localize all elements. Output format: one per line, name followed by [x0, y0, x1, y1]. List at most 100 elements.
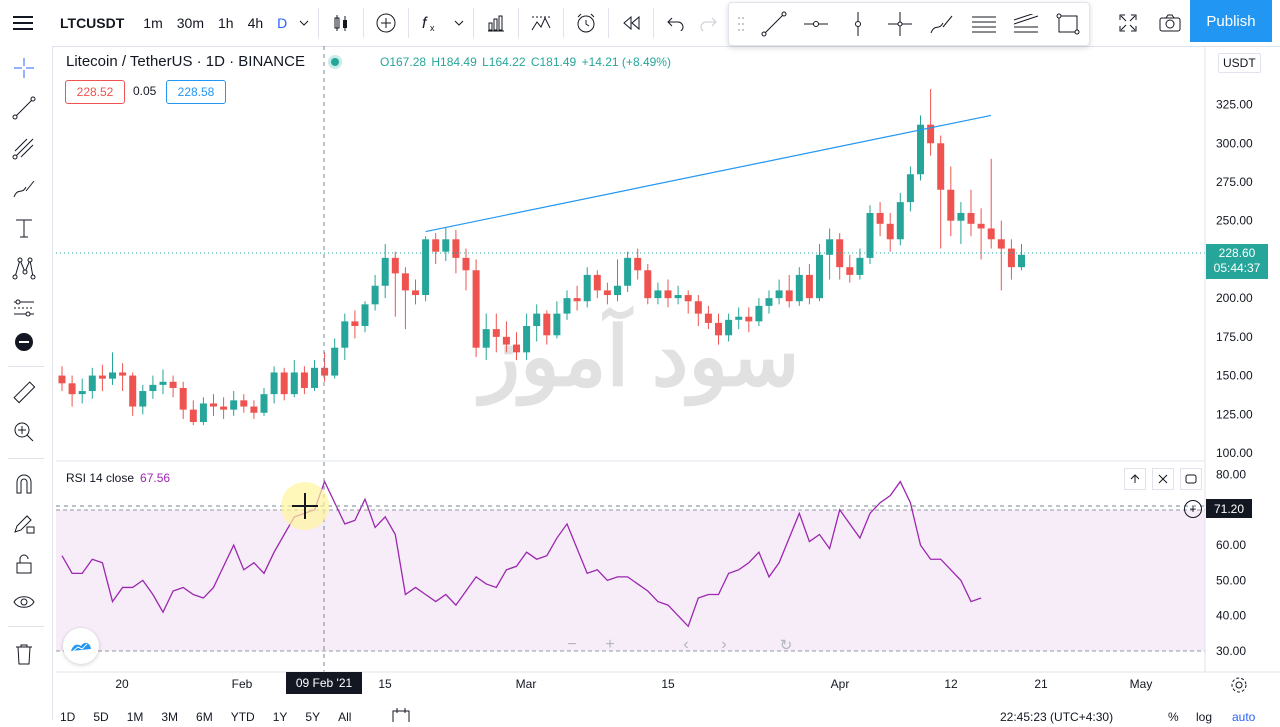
scroll-right-icon[interactable]: ›	[710, 636, 738, 658]
remove-drawing-icon[interactable]	[6, 326, 42, 358]
candle-body	[321, 367, 329, 376]
candle-body	[381, 257, 389, 286]
vertical-line-icon[interactable]	[837, 6, 879, 42]
range-1Y[interactable]: 1Y	[273, 710, 288, 724]
pattern-tool-icon[interactable]	[6, 252, 42, 284]
fib-channel-icon[interactable]	[1005, 6, 1047, 42]
candle-body	[826, 239, 834, 255]
maximize-pane-icon[interactable]	[1180, 468, 1202, 490]
drag-handle-icon[interactable]	[729, 6, 753, 42]
financials-icon[interactable]	[478, 5, 514, 41]
buy-price-button[interactable]: 228.58	[166, 80, 226, 104]
ruler-icon[interactable]	[6, 376, 42, 408]
range-5D[interactable]: 5D	[93, 710, 108, 724]
text-tool-icon[interactable]	[6, 212, 42, 244]
range-6M[interactable]: 6M	[196, 710, 213, 724]
add-alert-plus-icon[interactable]: +	[1184, 500, 1202, 518]
candle-body	[846, 267, 854, 275]
scroll-left-icon[interactable]: ‹	[672, 636, 700, 658]
range-1M[interactable]: 1M	[127, 710, 144, 724]
time-tick-label: May	[1130, 677, 1153, 691]
lock-drawing-pencil-icon[interactable]	[6, 508, 42, 540]
sell-price-button[interactable]: 228.52	[65, 80, 125, 104]
trash-icon[interactable]	[6, 638, 42, 670]
interval-1h[interactable]: 1h	[211, 15, 241, 31]
zoom-in-nav-icon[interactable]: +	[596, 636, 624, 658]
indicators-fx-icon[interactable]: fx	[413, 5, 449, 41]
toolbar-separator	[363, 8, 365, 38]
trend-line-icon[interactable]	[753, 6, 795, 42]
cursor-highlight	[281, 482, 329, 530]
chart-canvas[interactable]: سود آموز 100.00 125.00 150.00 175.00 200.00 2…	[0, 0, 1280, 720]
interval-D[interactable]: D	[270, 15, 294, 31]
drawing-floating-toolbar	[728, 2, 1090, 46]
brush-icon[interactable]	[921, 6, 963, 42]
chevron-down-icon[interactable]	[449, 5, 469, 41]
toolbar-separator	[608, 8, 610, 38]
rsi-label[interactable]: RSI 14 close	[66, 471, 134, 485]
tradingview-logo-icon[interactable]	[63, 628, 99, 664]
range-5Y[interactable]: 5Y	[305, 710, 320, 724]
clock-label[interactable]: 22:45:23 (UTC+4:30)	[1000, 710, 1113, 724]
rsi-legend: RSI 14 close 67.56	[66, 471, 170, 485]
candle-body	[210, 403, 217, 407]
range-YTD[interactable]: YTD	[231, 710, 255, 724]
menu-icon[interactable]	[0, 0, 46, 46]
trend-line-tool-icon[interactable]	[6, 92, 42, 124]
auto-toggle[interactable]: auto	[1232, 710, 1255, 724]
legend-title[interactable]: Litecoin / TetherUS · 1D · BINANCE	[66, 53, 305, 70]
price-tick-label: 175.00	[1216, 330, 1253, 344]
rectangle-icon[interactable]	[1047, 6, 1089, 42]
candle-body	[603, 290, 611, 296]
zoom-out-icon[interactable]: −	[558, 636, 586, 658]
publish-button[interactable]: Publish	[1190, 0, 1272, 42]
fib-levels-icon[interactable]	[963, 6, 1005, 42]
candlestick-chart-icon[interactable]	[323, 5, 359, 41]
close-pane-icon[interactable]	[1152, 468, 1174, 490]
percent-toggle[interactable]: %	[1168, 710, 1179, 724]
interval-30m[interactable]: 30m	[170, 15, 211, 31]
rsi-value: 67.56	[140, 471, 171, 485]
pitchfork-icon[interactable]	[6, 132, 42, 164]
replay-icon[interactable]	[613, 5, 649, 41]
interval-4h[interactable]: 4h	[241, 15, 271, 31]
candle-body	[927, 124, 935, 144]
trend-line[interactable]	[425, 114, 992, 233]
range-3M[interactable]: 3M	[161, 710, 178, 724]
symbol-search-button[interactable]: LTCUSDT	[60, 15, 124, 31]
cross-line-icon[interactable]	[879, 6, 921, 42]
candle-body	[725, 319, 733, 336]
horizontal-line-icon[interactable]	[795, 6, 837, 42]
alert-clock-icon[interactable]	[568, 5, 604, 41]
chevron-down-icon[interactable]	[294, 5, 314, 41]
chart-settings-gear-icon[interactable]	[1230, 676, 1248, 699]
fullscreen-icon[interactable]	[1110, 5, 1146, 41]
candle-body	[422, 239, 430, 296]
crosshair-icon[interactable]	[6, 52, 42, 84]
time-tick-label: Feb	[232, 677, 253, 691]
zoom-in-icon[interactable]	[6, 416, 42, 448]
undo-icon[interactable]	[658, 5, 694, 41]
forecasting-tool-icon[interactable]	[6, 292, 42, 324]
magnet-icon[interactable]	[6, 468, 42, 500]
candle-body	[836, 239, 844, 268]
redo-icon[interactable]	[694, 5, 722, 41]
log-toggle[interactable]: log	[1196, 710, 1212, 724]
brush-tool-icon[interactable]	[6, 172, 42, 204]
move-pane-up-icon[interactable]	[1124, 468, 1146, 490]
candle-body	[583, 274, 591, 302]
snapshot-camera-icon[interactable]	[1152, 5, 1188, 41]
range-All[interactable]: All	[338, 710, 351, 724]
candle-body	[189, 409, 197, 423]
interval-1m[interactable]: 1m	[136, 15, 169, 31]
reset-chart-icon[interactable]: ↻	[772, 636, 800, 658]
compare-plus-icon[interactable]	[368, 5, 404, 41]
candle-body	[139, 391, 147, 407]
currency-label[interactable]: USDT	[1218, 53, 1261, 73]
calendar-icon[interactable]	[392, 708, 410, 727]
templates-icon[interactable]	[523, 5, 559, 41]
range-1D[interactable]: 1D	[60, 710, 75, 724]
eye-icon[interactable]	[6, 586, 42, 618]
lock-icon[interactable]	[6, 548, 42, 580]
